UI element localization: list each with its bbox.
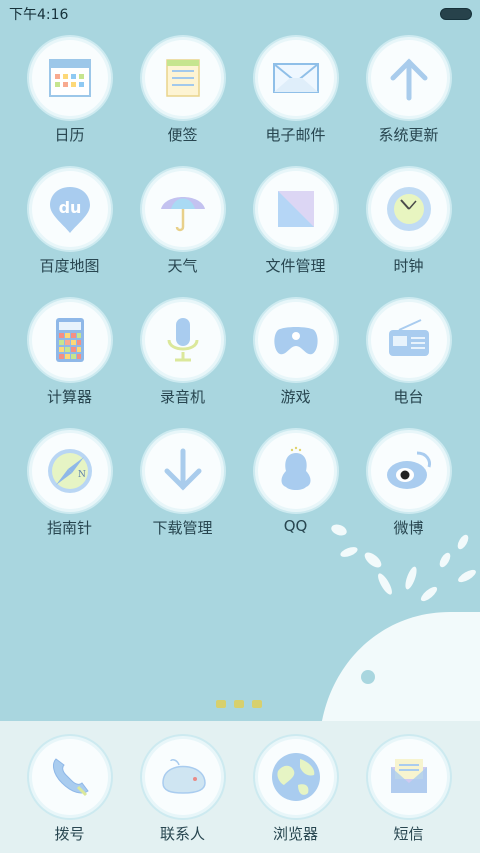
water-spout-icon <box>331 524 476 602</box>
page-dot[interactable] <box>234 700 244 708</box>
app-games[interactable]: 游戏 <box>239 302 352 407</box>
dock-phone[interactable]: 拨号 <box>13 739 126 844</box>
phone-icon <box>31 739 108 815</box>
app-label: 电子邮件 <box>265 126 326 144</box>
app-label: 天气 <box>167 257 198 275</box>
qq-penguin-icon <box>257 433 334 509</box>
page-dot[interactable] <box>216 700 226 708</box>
app-notes[interactable]: 便签 <box>126 40 239 145</box>
dock-messages[interactable]: 短信 <box>352 739 465 844</box>
app-label: 游戏 <box>280 388 311 406</box>
update-arrow-icon <box>370 40 447 116</box>
microphone-icon <box>144 302 221 378</box>
status-bar: 下午4:16 <box>0 0 480 26</box>
app-label: 计算器 <box>46 388 92 406</box>
baidu-map-icon: du <box>31 171 108 247</box>
app-label: 百度地图 <box>39 257 100 275</box>
calculator-icon <box>31 302 108 378</box>
app-calendar[interactable]: 日历 <box>13 40 126 145</box>
app-label: 时钟 <box>393 257 424 275</box>
app-mail[interactable]: 电子邮件 <box>239 40 352 145</box>
app-label: 短信 <box>393 825 424 843</box>
app-label: 浏览器 <box>272 825 318 843</box>
mail-icon <box>257 40 334 116</box>
app-calculator[interactable]: 计算器 <box>13 302 126 407</box>
dock-browser[interactable]: 浏览器 <box>239 739 352 844</box>
app-baidu-map[interactable]: du 百度地图 <box>13 171 126 276</box>
globe-icon <box>257 739 334 815</box>
gamepad-icon <box>257 302 334 378</box>
radio-icon <box>370 302 447 378</box>
app-label: 指南针 <box>46 519 92 537</box>
calendar-icon <box>31 40 108 116</box>
app-system-update[interactable]: 系统更新 <box>352 40 465 145</box>
umbrella-icon <box>144 171 221 247</box>
app-label: 拨号 <box>54 825 85 843</box>
weibo-eye-icon <box>370 433 447 509</box>
app-radio[interactable]: 电台 <box>352 302 465 407</box>
clock-icon <box>370 171 447 247</box>
app-file-manager[interactable]: 文件管理 <box>239 171 352 276</box>
svg-text:N: N <box>78 470 86 480</box>
page-indicator[interactable] <box>216 700 262 708</box>
app-label: 便签 <box>167 126 198 144</box>
whale-contacts-icon <box>144 739 221 815</box>
svg-text:du: du <box>58 198 81 217</box>
app-label: 录音机 <box>159 388 205 406</box>
app-label: 下载管理 <box>152 519 213 537</box>
page-dot[interactable] <box>252 700 262 708</box>
dock: 拨号 联系人 浏览器 短信 <box>0 721 480 853</box>
app-label: 系统更新 <box>378 126 439 144</box>
app-download-manager[interactable]: 下载管理 <box>126 433 239 538</box>
dock-contacts[interactable]: 联系人 <box>126 739 239 844</box>
app-label: 电台 <box>393 388 424 406</box>
download-arrow-icon <box>144 433 221 509</box>
app-compass[interactable]: N 指南针 <box>13 433 126 538</box>
battery-icon <box>440 8 472 20</box>
status-time: 下午4:16 <box>9 7 69 23</box>
folder-icon <box>257 171 334 247</box>
app-label: 日历 <box>54 126 85 144</box>
message-envelope-icon <box>370 739 447 815</box>
compass-icon: N <box>31 433 108 509</box>
app-clock[interactable]: 时钟 <box>352 171 465 276</box>
app-label: 文件管理 <box>265 257 326 275</box>
app-recorder[interactable]: 录音机 <box>126 302 239 407</box>
app-label: 联系人 <box>159 825 205 843</box>
app-weather[interactable]: 天气 <box>126 171 239 276</box>
notes-icon <box>144 40 221 116</box>
